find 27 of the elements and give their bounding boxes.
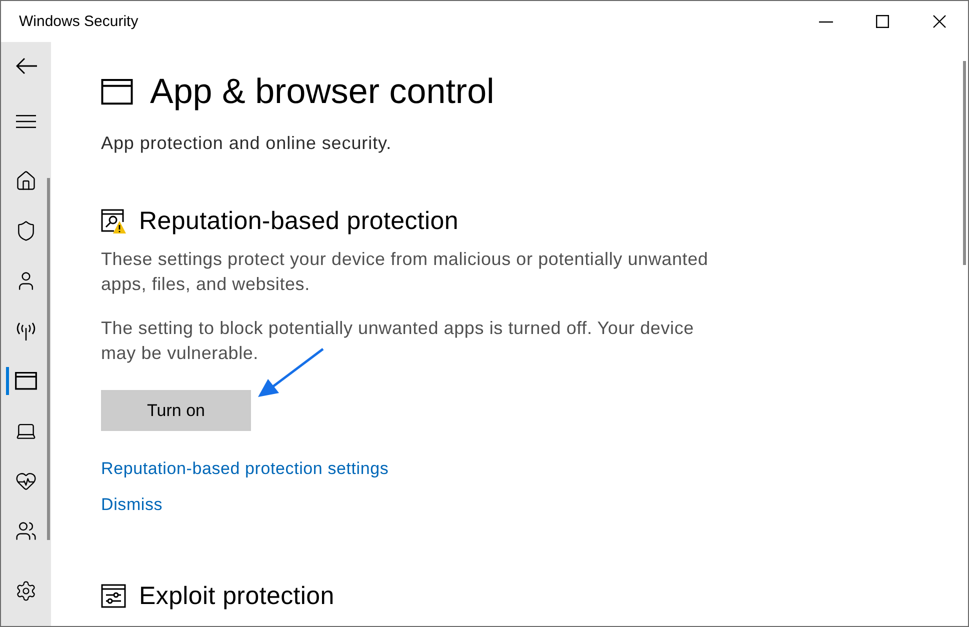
section-heading: Reputation-based protection [139, 206, 458, 237]
window-title: Windows Security [19, 13, 140, 30]
section-heading: Exploit protection [139, 581, 334, 612]
maximize-icon [876, 15, 889, 28]
text-link[interactable]: Dismiss [101, 493, 163, 517]
text-link[interactable]: Reputation-based protection settings [101, 457, 389, 481]
window-icon [101, 79, 133, 105]
settings-icon [15, 580, 37, 602]
section-description: The setting to block potentially unwanted apps is turned off. Your device may be vulnerable. [101, 317, 695, 365]
minimize-icon [818, 20, 832, 22]
back-arrow-icon [15, 57, 37, 75]
turn-on-button[interactable]: Turn on [101, 390, 251, 431]
people-icon [15, 520, 37, 542]
scrollbar-thumb[interactable] [47, 178, 50, 540]
menu-icon [16, 114, 36, 128]
shield-icon [15, 220, 37, 242]
window-icon [15, 372, 37, 390]
heart-pulse-icon [15, 470, 37, 492]
house-icon [15, 170, 37, 192]
window-sliders-icon [101, 584, 126, 608]
page-title: App & browser control [150, 72, 494, 112]
page-subtitle: App protection and online security. [101, 132, 392, 155]
scrollbar-thumb[interactable] [963, 61, 966, 265]
close-icon [933, 15, 946, 28]
window-warning-icon [101, 208, 126, 234]
section-description: These settings protect your device from malicious or potentially unwanted apps, files, and websites. [101, 248, 710, 296]
antenna-icon [15, 322, 37, 340]
